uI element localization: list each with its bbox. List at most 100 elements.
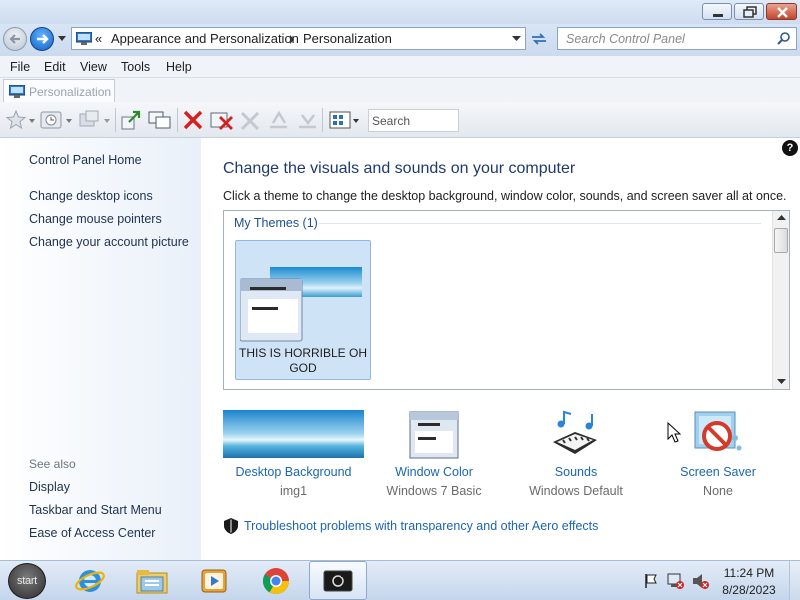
desktop-background-value: img1 [279,484,308,498]
window-color-setting[interactable]: Window Color Windows 7 Basic [369,465,499,498]
menu-help[interactable]: Help [166,60,192,74]
menu-edit[interactable]: Edit [44,60,66,74]
view-options-button[interactable] [329,109,359,131]
minimize-button[interactable] [702,3,732,20]
toolbar-separator [322,108,323,132]
refresh-button[interactable] [528,29,550,49]
taskbar-start-menu-link[interactable]: Taskbar and Start Menu [29,503,162,517]
disabled-arrow-icon [270,110,287,129]
theme-thumbnail [240,267,362,342]
control-panel-home-link[interactable]: Control Panel Home [29,153,142,167]
screen-saver-value: None [703,484,733,498]
screen-saver-icon[interactable] [691,408,745,460]
help-icon[interactable]: ? [782,140,798,156]
tab-personalization[interactable]: Personalization [3,79,115,102]
scroll-up-icon[interactable] [777,215,786,221]
taskbar-chrome[interactable] [248,561,304,600]
menu-tools[interactable]: Tools [121,60,150,74]
breadcrumb-personalization[interactable]: Personalization [303,31,392,46]
taskbar-active-window[interactable] [309,561,367,600]
menu-view[interactable]: View [80,60,107,74]
disabled-tool-1[interactable] [238,109,260,131]
favorites-button[interactable] [5,109,35,131]
internet-explorer-icon [75,570,105,592]
close-button[interactable] [766,3,797,20]
page-description: Click a theme to change the desktop back… [223,189,787,203]
windows-explorer-icon [136,570,168,594]
control-panel-search[interactable]: Search Control Panel [557,27,797,50]
taskbar-internet-explorer[interactable] [62,561,118,600]
back-button[interactable] [3,27,27,51]
desktop-background-icon[interactable] [223,410,364,458]
main-content: ? Change the visuals and sounds on your … [201,138,800,560]
sounds-setting[interactable]: Sounds Windows Default [511,465,641,498]
screen-saver-setting[interactable]: Screen Saver None [653,465,783,498]
network-icon[interactable] [667,573,685,589]
address-overflow[interactable]: « [95,31,102,46]
scroll-thumb[interactable] [774,228,788,253]
desktop-background-link[interactable]: Desktop Background [223,465,364,479]
sounds-value: Windows Default [529,484,623,498]
tab-label: Personalization [29,85,112,99]
toolbar-search-input[interactable]: Search [368,109,459,132]
disabled-x-icon [240,111,260,131]
cascade-windows-button[interactable] [148,109,171,131]
history-icon [40,111,72,129]
theme-list-scrollbar[interactable] [772,211,789,389]
recent-pages-dropdown[interactable] [57,35,67,43]
change-mouse-pointers-link[interactable]: Change mouse pointers [29,212,162,226]
close-item-button[interactable] [182,109,204,131]
restore-button[interactable] [734,3,764,20]
taskbar-windows-explorer[interactable] [123,561,179,600]
scroll-down-icon[interactable] [777,379,786,385]
display-link[interactable]: Display [29,480,70,494]
sounds-link[interactable]: Sounds [511,465,641,479]
search-icon[interactable] [776,31,792,47]
clock-time[interactable]: 11:24 PM [718,566,780,580]
restore-icon [743,6,757,18]
theme-name: THIS IS HORRIBLE OH GOD [238,346,368,375]
see-also-heading: See also [29,457,76,471]
disabled-tool-2[interactable] [267,109,289,131]
navigation-bar: « Appearance and Personalization Persona… [0,24,800,56]
change-desktop-icons-link[interactable]: Change desktop icons [29,189,153,203]
troubleshoot-aero[interactable]: Troubleshoot problems with transparency … [223,517,598,538]
view-grid-icon [329,111,359,129]
disabled-tool-3[interactable] [296,109,318,131]
chrome-icon [262,568,290,595]
toolbar-separator [177,108,178,132]
open-window-button[interactable] [121,109,143,131]
breadcrumb-appearance[interactable]: Appearance and Personalization [111,31,299,46]
troubleshoot-link[interactable]: Troubleshoot problems with transparency … [244,519,598,533]
change-account-picture-link[interactable]: Change your account picture [29,235,189,249]
back-arrow-icon [9,34,20,44]
taskbar: start 11:24 PM 8/28/2023 [0,560,800,600]
red-x-icon [183,110,203,130]
refresh-icon [532,33,546,45]
desktop-background-setting[interactable]: Desktop Background img1 [223,465,364,498]
screen-saver-link[interactable]: Screen Saver [653,465,783,479]
action-center-flag-icon[interactable] [643,573,659,589]
start-button[interactable]: start [8,563,46,599]
task-pane: Control Panel Home Change desktop icons … [0,138,201,560]
forward-button[interactable] [30,27,54,51]
ease-of-access-link[interactable]: Ease of Access Center [29,526,155,540]
minimize-icon [713,14,723,17]
window-color-link[interactable]: Window Color [369,465,499,479]
taskbar-media-player[interactable] [186,561,242,600]
show-desktop-button[interactable] [789,561,800,600]
breadcrumb-arrow-icon[interactable] [289,35,295,44]
theme-tile[interactable]: THIS IS HORRIBLE OH GOD [235,240,371,380]
history-button[interactable] [40,109,72,131]
tree-view-button[interactable] [78,109,110,131]
menu-file[interactable]: File [10,60,30,74]
volume-muted-icon[interactable] [692,573,710,589]
close-window-button[interactable] [210,109,233,131]
address-bar[interactable]: « Appearance and Personalization Persona… [71,27,526,50]
sounds-icon[interactable] [549,410,601,458]
address-dropdown-icon[interactable] [512,36,521,42]
start-label: start [17,575,37,587]
clock-date[interactable]: 8/28/2023 [718,583,780,597]
window-color-icon[interactable] [408,410,460,460]
toolbar-search-placeholder: Search [372,114,411,128]
